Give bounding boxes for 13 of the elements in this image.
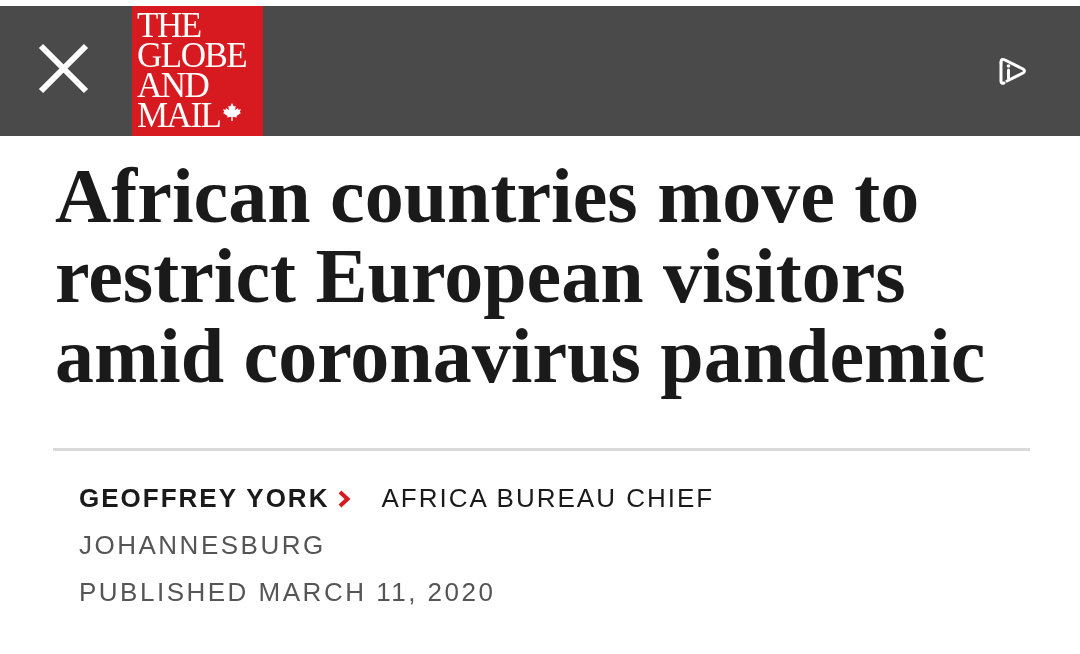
- maple-leaf-icon: [223, 103, 242, 121]
- logo-text-line: GLOBE: [137, 41, 247, 71]
- logo-text-line: THE: [137, 11, 201, 41]
- publish-date: PUBLISHED MARCH 11, 2020: [79, 576, 497, 609]
- dateline-location: JOHANNESBURG: [79, 529, 327, 562]
- logo-text-line: MAIL: [137, 101, 221, 131]
- chevron-icon: [337, 489, 352, 508]
- author-link[interactable]: GEOFFREY YORK: [79, 475, 352, 522]
- logo-text-line: AND: [137, 71, 209, 101]
- author-role: AFRICA BUREAU CHIEF: [381, 482, 715, 515]
- close-button[interactable]: [38, 43, 89, 94]
- close-icon: [38, 43, 89, 94]
- logo[interactable]: THE GLOBE AND MAIL: [132, 6, 263, 136]
